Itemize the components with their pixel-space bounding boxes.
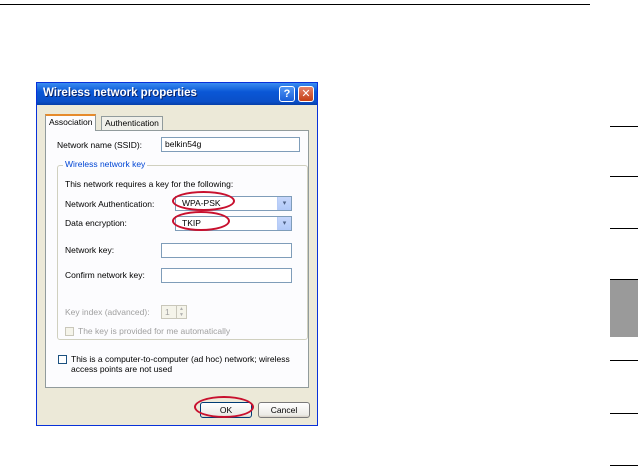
adhoc-label-line1: This is a computer-to-computer (ad hoc) … <box>71 354 290 364</box>
data-encryption-label: Data encryption: <box>65 218 127 228</box>
data-encryption-select[interactable]: TKIP ▾ <box>175 216 292 231</box>
section-marker-5 <box>610 360 638 361</box>
spin-down-icon: ▼ <box>179 312 184 318</box>
ok-button[interactable]: OK <box>200 402 252 418</box>
tab-association-label: Association <box>49 117 93 127</box>
adhoc-label-line2: access points are not used <box>71 364 173 374</box>
network-auth-value: WPA-PSK <box>182 198 221 208</box>
chevron-down-icon[interactable]: ▾ <box>277 217 291 230</box>
auto-key-checkbox[interactable] <box>65 327 74 336</box>
key-index-value: 1 <box>165 307 170 317</box>
dialog-title: Wireless network properties <box>43 87 197 99</box>
confirm-key-label: Confirm network key: <box>65 270 145 280</box>
confirm-key-input[interactable] <box>161 268 292 283</box>
section-tab-active <box>610 280 638 337</box>
key-index-spinner[interactable]: 1 ▲ ▼ <box>161 305 187 319</box>
network-auth-label: Network Authentication: <box>65 199 155 209</box>
help-icon: ? <box>283 88 291 100</box>
chevron-down-icon[interactable]: ▾ <box>277 197 291 210</box>
ssid-input[interactable]: belkin54g <box>161 137 300 152</box>
network-key-input[interactable] <box>161 243 292 258</box>
tab-authentication[interactable]: Authentication <box>101 116 163 131</box>
adhoc-checkbox[interactable] <box>58 355 67 364</box>
tab-authentication-label: Authentication <box>105 118 159 128</box>
help-button[interactable]: ? <box>279 86 295 102</box>
cancel-button[interactable]: Cancel <box>258 402 310 418</box>
close-button[interactable]: ✕ <box>298 86 314 102</box>
spinner-arrows-icon[interactable]: ▲ ▼ <box>176 306 186 318</box>
page-top-rule <box>0 4 590 5</box>
section-marker-7 <box>610 465 638 466</box>
section-marker-2 <box>610 176 638 177</box>
section-marker-6 <box>610 413 638 414</box>
tab-association[interactable]: Association <box>45 114 97 131</box>
data-encryption-value: TKIP <box>182 218 201 228</box>
close-icon: ✕ <box>301 88 311 100</box>
wireless-key-group-title: Wireless network key <box>63 159 148 169</box>
ssid-label: Network name (SSID): <box>57 140 143 150</box>
wireless-properties-dialog: Wireless network properties ? ✕ Associat… <box>36 82 318 426</box>
auto-key-label: The key is provided for me automatically <box>78 326 231 336</box>
network-key-label: Network key: <box>65 245 115 255</box>
network-auth-select[interactable]: WPA-PSK ▾ <box>175 196 292 211</box>
titlebar: Wireless network properties ? ✕ <box>37 83 317 105</box>
section-marker-1 <box>610 126 638 127</box>
section-marker-3 <box>610 228 638 229</box>
key-intro-text: This network requires a key for the foll… <box>65 179 234 189</box>
key-index-label: Key index (advanced): <box>65 307 150 317</box>
